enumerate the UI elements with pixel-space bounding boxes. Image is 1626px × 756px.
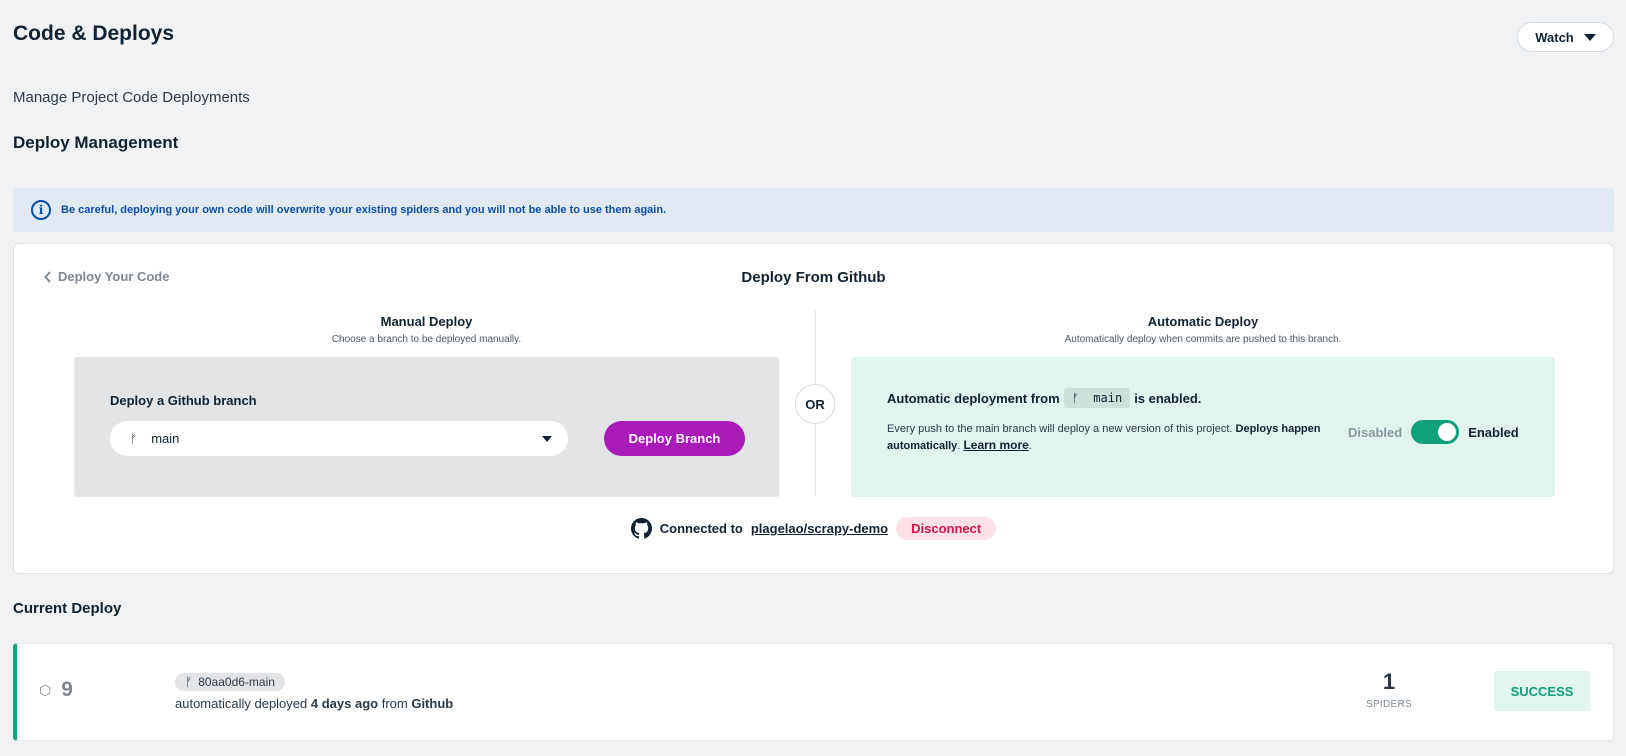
- or-badge: OR: [795, 384, 835, 424]
- toggle-disabled-label: Disabled: [1348, 424, 1403, 440]
- commit-label: 80aa0d6-main: [198, 675, 275, 689]
- current-deploy-row[interactable]: ⬡ 9 ᚠ 80aa0d6-main automatically deploye…: [13, 643, 1614, 741]
- toggle-knob: [1438, 423, 1457, 441]
- spiders-count-label: SPIDERS: [1365, 699, 1412, 710]
- alert-text: Be careful, deploying your own code will…: [61, 204, 667, 216]
- git-branch-icon: ᚠ: [130, 431, 138, 446]
- auto-body-text: Every push to the main branch will deplo…: [887, 423, 1233, 435]
- github-connection: Connected to plagelao/scrapy-demo Discon…: [14, 517, 1613, 540]
- auto-deploy-status: Automatic deployment from ᚠ main is enab…: [887, 388, 1201, 408]
- manual-deploy-panel: Deploy a Github branch ᚠ main Deploy Bra…: [74, 357, 779, 497]
- warning-alert: i Be careful, deploying your own code wi…: [13, 188, 1614, 232]
- toggle-enabled-label: Enabled: [1468, 424, 1519, 440]
- branch-chip: ᚠ main: [1063, 388, 1131, 408]
- auto-head-prefix: Automatic deployment from: [887, 390, 1060, 406]
- meta-source: Github: [411, 696, 454, 711]
- commit-chip: ᚠ 80aa0d6-main: [175, 673, 285, 691]
- learn-more-link[interactable]: Learn more: [963, 438, 1028, 452]
- deploy-hexagon-icon: ⬡: [39, 681, 52, 698]
- branch-select-value: main: [151, 431, 180, 446]
- meta-from: from: [381, 696, 408, 711]
- page-subtitle: Manage Project Code Deployments: [13, 89, 250, 106]
- deploy-branch-button[interactable]: Deploy Branch: [604, 421, 745, 456]
- meta-time: 4 days ago: [310, 696, 379, 711]
- manual-deploy-subtitle: Choose a branch to be deployed manually.: [331, 334, 522, 345]
- branch-chip-label: main: [1093, 391, 1123, 405]
- automatic-deploy-panel: Automatic deployment from ᚠ main is enab…: [851, 357, 1555, 497]
- deploy-management-title: Deploy Management: [13, 133, 179, 152]
- auto-deploy-description: Every push to the main branch will deplo…: [887, 423, 1321, 452]
- repo-link[interactable]: plagelao/scrapy-demo: [751, 521, 888, 536]
- deploy-meta: automatically deployed 4 days ago from G…: [175, 696, 453, 711]
- deploy-number-value: 9: [61, 678, 73, 701]
- chevron-down-icon: [1583, 33, 1596, 41]
- auto-deploy-toggle[interactable]: [1411, 420, 1460, 444]
- git-branch-icon: ᚠ: [185, 675, 193, 689]
- auto-head-suffix: is enabled.: [1134, 390, 1202, 406]
- github-icon: [630, 518, 652, 539]
- manual-deploy-title: Manual Deploy: [380, 314, 473, 329]
- status-badge: SUCCESS: [1494, 671, 1590, 711]
- disconnect-button[interactable]: Disconnect: [896, 517, 997, 540]
- page-title: Code & Deploys: [13, 22, 175, 45]
- branch-select[interactable]: ᚠ main: [110, 421, 568, 456]
- git-branch-icon: ᚠ: [1071, 391, 1079, 405]
- watch-button[interactable]: Watch: [1517, 22, 1614, 52]
- spiders-count: 1 SPIDERS: [1364, 669, 1414, 710]
- branch-select-label: Deploy a Github branch: [110, 393, 257, 408]
- current-deploy-title: Current Deploy: [13, 600, 122, 617]
- deploy-from-github-card: Deploy Your Code Deploy From Github Manu…: [13, 243, 1614, 574]
- chevron-down-icon: [542, 435, 552, 442]
- deploy-number: ⬡ 9: [39, 678, 73, 702]
- auto-deploy-toggle-group: Disabled Enabled: [1348, 420, 1519, 444]
- card-title: Deploy From Github: [741, 269, 886, 286]
- connected-prefix: Connected to: [659, 521, 743, 536]
- watch-label: Watch: [1535, 29, 1574, 45]
- meta-prefix: automatically deployed: [175, 696, 308, 711]
- info-icon: i: [31, 200, 51, 220]
- automatic-deploy-subtitle: Automatically deploy when commits are pu…: [1064, 334, 1342, 345]
- spiders-count-value: 1: [1382, 669, 1396, 694]
- automatic-deploy-title: Automatic Deploy: [1147, 314, 1259, 329]
